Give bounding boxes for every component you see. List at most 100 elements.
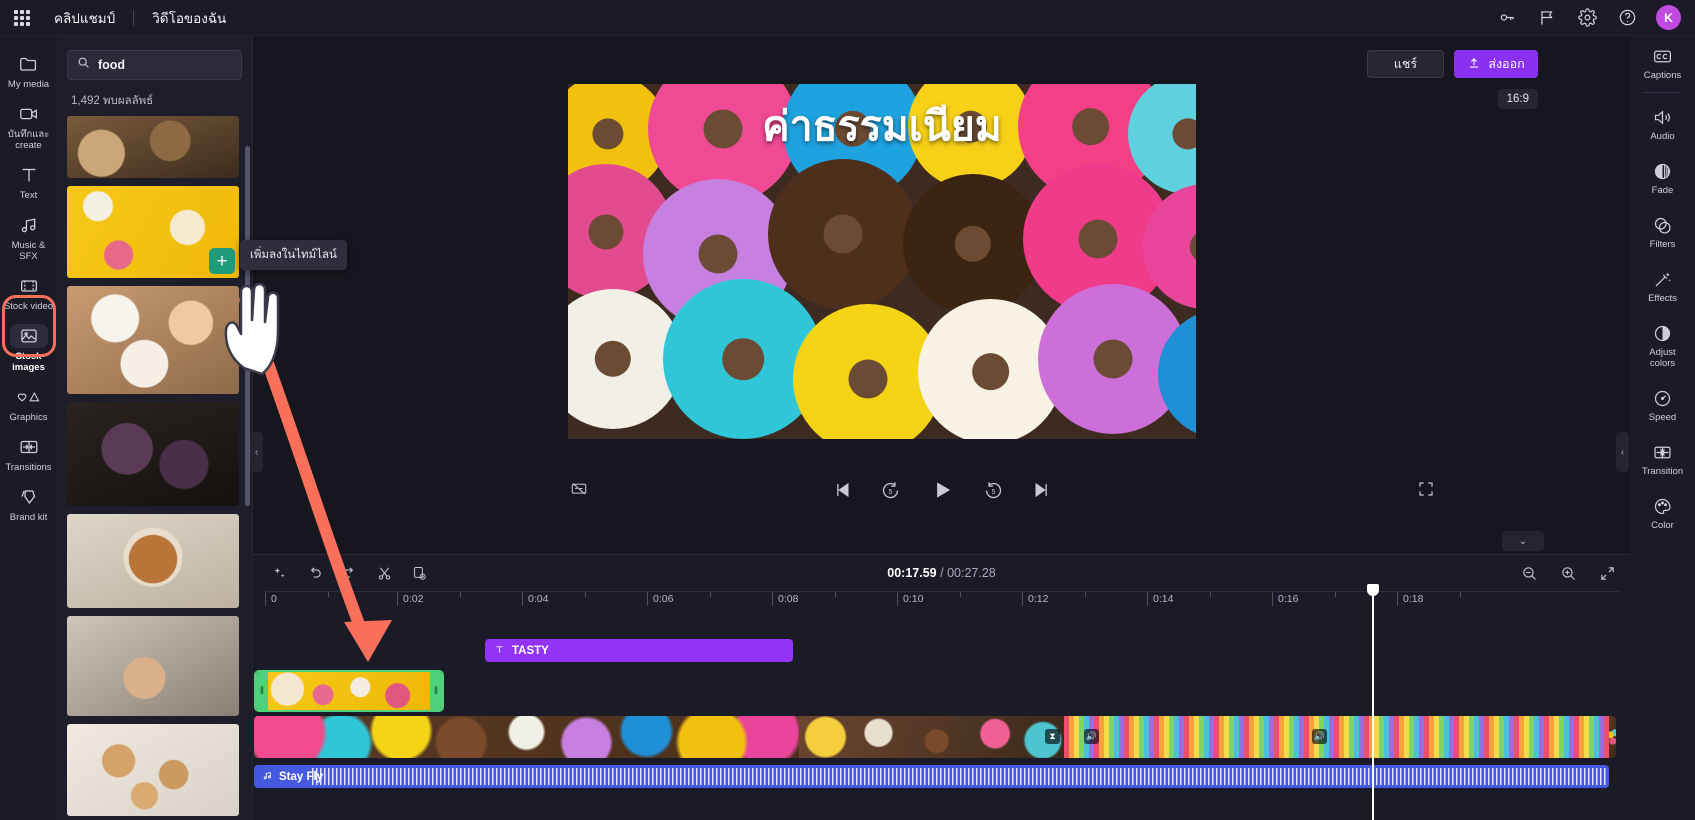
stock-image-thumb[interactable] [67,116,239,178]
sidebar-item-audio[interactable]: Audio [1630,97,1695,151]
sidebar-item-effects[interactable]: Effects [1630,259,1695,313]
sidebar-item-record-create[interactable]: บันทึกและ create [0,96,57,157]
audio-mute-badge-icon-2[interactable]: 🔊 [1312,729,1327,744]
video-overlay-text[interactable]: ค่าธรรมเนียม [762,94,1002,159]
sidebar-item-text[interactable]: Text [0,157,57,207]
sidebar-item-label: My media [7,79,50,90]
redo-icon[interactable] [341,565,358,582]
shapes-icon [16,385,42,409]
help-question-icon[interactable] [1616,7,1638,29]
sidebar-item-filters[interactable]: Filters [1630,205,1695,259]
clip-trim-handle-left[interactable]: ‖ [256,672,268,710]
avatar[interactable]: K [1656,5,1681,30]
project-name[interactable]: วิดีโอของฉัน [152,7,226,29]
text-clip[interactable]: TASTY [485,639,793,662]
svg-text:5: 5 [991,489,995,496]
stock-image-thumb[interactable] [67,724,239,816]
transition-icon [18,435,40,459]
sidebar-item-music-sfx[interactable]: Music & SFX [0,207,57,268]
sidebar-item-label: Music & SFX [11,240,46,262]
sidebar-item-label: Transition [1641,466,1684,477]
keyboard-shortcuts-icon[interactable] [1496,7,1518,29]
track-text: TASTY [485,639,793,662]
play-icon[interactable] [929,477,955,503]
sidebar-item-my-media[interactable]: My media [0,46,57,96]
video-clip-strip[interactable]: ⧗ 🔊 🔊 [254,716,1616,758]
audio-mute-badge-icon[interactable]: 🔊 [1084,729,1099,744]
sidebar-item-color[interactable]: Color [1630,486,1695,540]
divider [133,9,135,26]
stock-image-thumb-selected[interactable]: + [67,186,239,278]
duplicate-icon[interactable] [411,565,428,582]
search-box[interactable] [67,50,242,80]
speedometer-icon [1652,387,1673,409]
forward-5-icon[interactable]: 5 [983,480,1004,501]
ruler-tick: 0:04 [522,592,548,606]
app-launcher-icon[interactable] [11,7,33,29]
fit-to-screen-icon[interactable] [1599,565,1616,582]
clip-trim-handle-right[interactable]: ‖ [430,672,442,710]
collapse-timeline-chevron-down-icon[interactable]: ⌄ [1502,531,1544,551]
collapse-left-panel-handle[interactable]: ‹ [250,432,263,472]
playhead[interactable] [1367,584,1379,820]
share-button[interactable]: แชร์ [1367,50,1444,78]
flag-feedback-icon[interactable] [1536,7,1558,29]
brand-label[interactable]: คลิปแชมป์ [54,7,115,29]
time-separator: / [940,566,944,580]
zoom-out-icon[interactable] [1521,565,1538,582]
video-segment-4 [1609,716,1616,758]
fullscreen-icon[interactable] [1417,480,1435,503]
text-t-icon [494,644,505,658]
sidebar-item-label: Adjust [1649,347,1676,358]
add-to-timeline-button[interactable]: + [209,248,235,274]
results-count: 1,492 พบผลลัพธ์ [71,95,154,107]
upload-arrow-icon [1467,56,1481,73]
split-scissors-icon[interactable] [376,565,393,582]
sidebar-item-adjust-colors[interactable]: Adjust colors [1630,313,1695,378]
top-bar-actions: K [1496,5,1695,30]
skip-start-icon[interactable] [832,480,852,500]
search-input[interactable] [98,58,228,72]
sidebar-item-transitions[interactable]: Transitions [0,429,57,479]
sidebar-item-brand-kit[interactable]: Brand kit [0,479,57,529]
zoom-in-icon[interactable] [1560,565,1577,582]
transition-badge-icon[interactable]: ⧗ [1045,729,1060,744]
stock-image-thumb[interactable] [67,286,239,394]
sidebar-item-captions[interactable]: Captions [1630,36,1695,90]
sidebar-item-fade[interactable]: Fade [1630,151,1695,205]
timecode: 00:17.59 / 00:27.28 [887,566,995,580]
collapse-right-panel-handle[interactable]: ‹ [1616,432,1629,472]
rewind-5-icon[interactable]: 5 [880,480,901,501]
ruler-minor-tick [960,592,961,597]
aspect-ratio-chip[interactable]: 16:9 [1497,89,1538,109]
ruler-minor-tick [835,592,836,597]
video-segment-1 [254,716,799,758]
export-button[interactable]: ส่งออก [1454,50,1538,78]
sidebar-item-label: Effects [1648,293,1677,304]
magic-sparkle-icon[interactable] [271,565,288,582]
filters-circles-icon [1652,214,1673,236]
svg-text:5: 5 [888,489,892,496]
video-preview[interactable]: ค่าธรรมเนียม [568,84,1196,439]
sidebar-item-speed[interactable]: Speed [1630,378,1695,432]
audio-clip[interactable]: Stay Fly [254,765,1609,788]
stock-image-thumb[interactable] [67,402,239,506]
settings-gear-icon[interactable] [1576,7,1598,29]
stock-image-thumb[interactable] [67,616,239,716]
sidebar-item-stock-video[interactable]: Stock video [0,268,57,318]
ruler-minor-tick [1085,592,1086,597]
stock-image-thumb[interactable] [67,514,239,608]
skip-end-icon[interactable] [1032,480,1052,500]
export-label: ส่งออก [1488,57,1525,71]
sidebar-item-graphics[interactable]: Graphics [0,379,57,429]
track-video: ⧗ 🔊 🔊 [254,716,1616,758]
color-palette-icon [1652,495,1673,517]
ruler-minor-tick [1335,592,1336,597]
sidebar-item-stock-images[interactable]: Stock images [0,318,57,379]
sidebar-item-transition[interactable]: Transition [1630,432,1695,486]
timeline-ruler[interactable]: 0 0:02 0:04 0:06 0:08 0:10 0:12 0:14 0:1… [265,591,1620,613]
undo-icon[interactable] [306,565,323,582]
left-sidebar: My media บันทึกและ create Text Music & S… [0,36,57,820]
selected-image-clip[interactable]: ‖ ‖ [254,670,444,712]
audio-waveform [312,768,1607,785]
